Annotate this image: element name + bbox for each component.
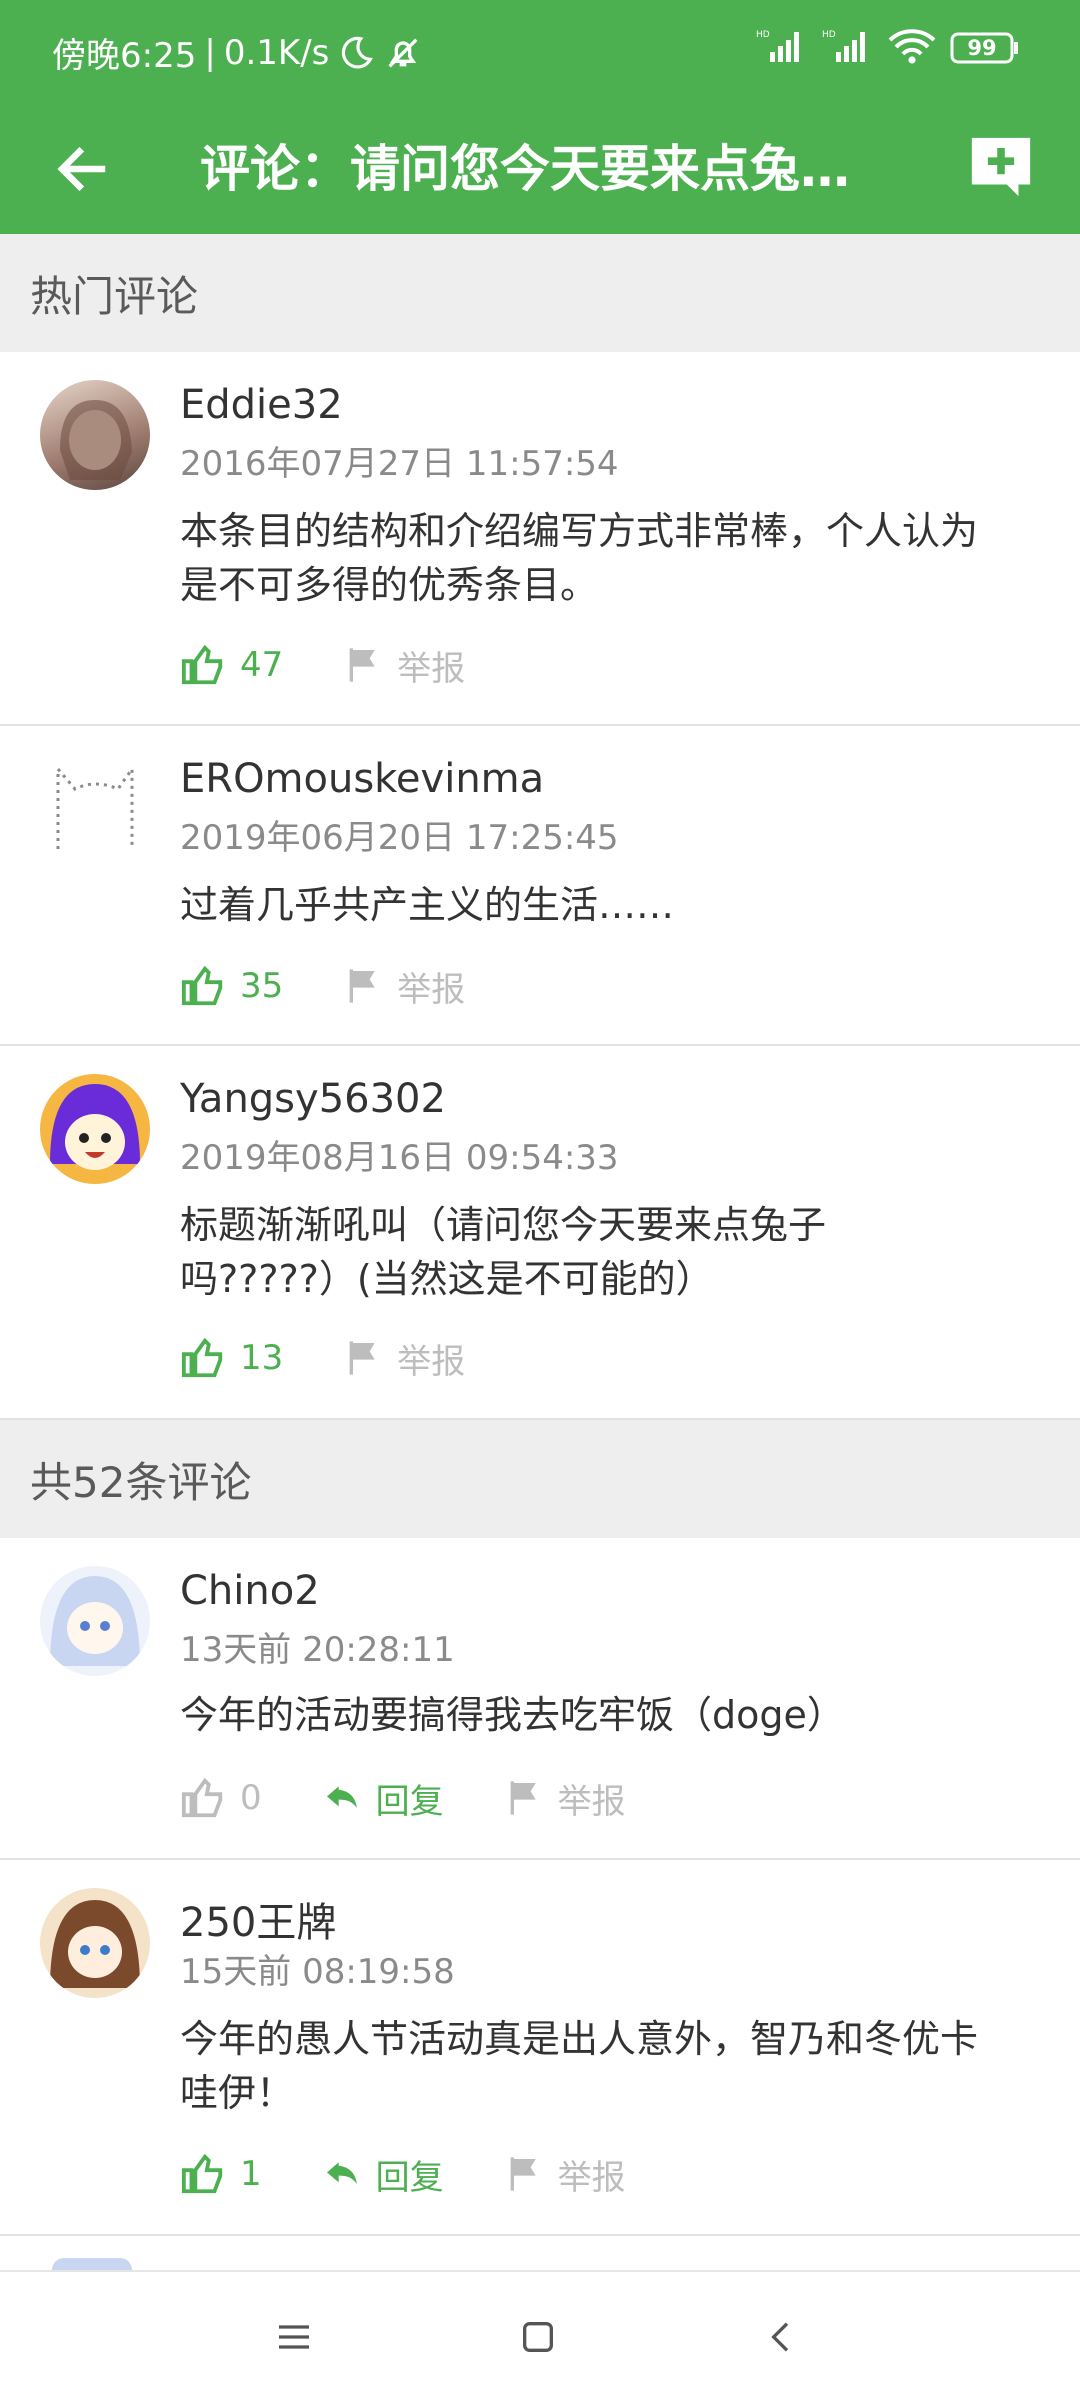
flag-icon xyxy=(510,2157,536,2191)
like-count: 0 xyxy=(240,1778,262,1818)
system-nav-bar xyxy=(0,2270,1080,2402)
thumb-up-icon xyxy=(181,2153,223,2194)
report-button[interactable]: 举报 xyxy=(504,1774,626,1823)
home-nav-button[interactable] xyxy=(508,2307,568,2367)
comment-item: EROmouskevinma 2019年06月20日 17:25:45 过着几乎… xyxy=(0,726,1080,1046)
comment-item: 250王牌 15天前 08:19:58 今年的愚人节活动真是出人意外，智乃和冬优… xyxy=(0,1860,1080,2236)
all-comments-header: 共52条评论 xyxy=(0,1420,1080,1538)
like-count: 35 xyxy=(240,966,284,1006)
like-button[interactable]: 0 xyxy=(180,1775,262,1821)
chevron-left-icon xyxy=(771,2322,789,2352)
report-button[interactable]: 举报 xyxy=(504,2150,626,2199)
report-button[interactable]: 举报 xyxy=(343,962,465,1011)
status-right: HD HD 99 xyxy=(756,28,1020,68)
comment-item: Chino2 13天前 20:28:11 今年的活动要搞得我去吃牢饭（doge）… xyxy=(0,1538,1080,1860)
like-button[interactable]: 1 xyxy=(180,2151,262,2197)
svg-text:HD: HD xyxy=(822,30,836,40)
report-label: 举报 xyxy=(397,1341,466,1382)
avatar[interactable] xyxy=(40,1074,150,1184)
app-bar: 评论：请问您今天要来点兔… xyxy=(0,104,1080,234)
comment-actions: 35 举报 xyxy=(180,956,525,1016)
network-speed: 0.1K/s xyxy=(223,32,330,73)
comment-time: 13天前 20:28:11 xyxy=(180,1630,455,1670)
home-square-icon xyxy=(523,2322,553,2352)
reply-icon xyxy=(326,2162,357,2184)
username[interactable]: Chino2 xyxy=(180,1568,320,1614)
signal-icon-2: HD xyxy=(822,28,874,68)
thumb-up-icon xyxy=(181,965,223,1006)
comment-actions: 1 回复 举报 xyxy=(180,2144,686,2204)
status-bar: 傍晚6:25 | 0.1K/s HD HD 99 xyxy=(0,0,1080,104)
all-comments-label: 共52条评论 xyxy=(30,1457,252,1507)
comment-time: 15天前 08:19:58 xyxy=(180,1952,455,1992)
username[interactable]: 250王牌 xyxy=(180,1890,336,1948)
comment-actions: 13 举报 xyxy=(180,1328,525,1388)
battery-icon: 99 xyxy=(950,31,1020,65)
like-count: 1 xyxy=(240,2154,262,2194)
report-label: 举报 xyxy=(557,1781,626,1822)
username[interactable]: Yangsy56302 xyxy=(180,1076,446,1122)
report-label: 举报 xyxy=(397,969,466,1010)
username[interactable]: EROmouskevinma xyxy=(180,756,544,802)
status-time: 傍晚6:25 xyxy=(52,36,197,76)
add-comment-icon xyxy=(971,137,1031,197)
signal-icon-1: HD xyxy=(756,28,808,68)
page-title: 评论：请问您今天要来点兔… xyxy=(200,140,850,198)
status-left: 傍晚6:25 | 0.1K/s xyxy=(52,28,423,77)
reply-icon xyxy=(326,1786,357,1808)
comment-time: 2019年08月16日 09:54:33 xyxy=(180,1138,619,1178)
moon-icon xyxy=(337,34,375,72)
wifi-icon xyxy=(888,28,936,68)
flag-icon xyxy=(349,1341,375,1375)
comment-actions: 0 回复 举报 xyxy=(180,1768,686,1828)
reply-button[interactable]: 回复 xyxy=(322,2150,444,2199)
username[interactable]: Eddie32 xyxy=(180,382,343,428)
reply-label: 回复 xyxy=(375,1781,444,1822)
comment-time: 2016年07月27日 11:57:54 xyxy=(180,444,619,484)
reply-button[interactable]: 回复 xyxy=(322,1774,444,1823)
report-button[interactable]: 举报 xyxy=(343,1334,465,1383)
hot-comments-label: 热门评论 xyxy=(30,271,199,321)
flag-icon xyxy=(349,969,375,1003)
like-button[interactable]: 35 xyxy=(180,963,283,1009)
back-button[interactable] xyxy=(44,131,120,207)
back-nav-button[interactable] xyxy=(752,2307,812,2367)
avatar[interactable] xyxy=(40,380,150,490)
comment-text: 过着几乎共产主义的生活…… xyxy=(180,883,675,927)
comment-text: 今年的活动要搞得我去吃牢饭（doge） xyxy=(180,1693,845,1737)
report-label: 举报 xyxy=(397,648,466,689)
flag-icon xyxy=(349,648,375,682)
comment-text: 本条目的结构和介绍编写方式非常棒，个人认为是不可多得的优秀条目。 xyxy=(180,509,979,607)
back-arrow-icon xyxy=(57,146,106,192)
menu-nav-button[interactable] xyxy=(264,2307,324,2367)
comment-item: Eddie32 2016年07月27日 11:57:54 本条目的结构和介绍编写… xyxy=(0,352,1080,726)
like-button[interactable]: 47 xyxy=(180,642,283,688)
reply-label: 回复 xyxy=(375,2157,444,2198)
like-button[interactable]: 13 xyxy=(180,1335,283,1381)
report-label: 举报 xyxy=(557,2157,626,2198)
comment-time: 2019年06月20日 17:25:45 xyxy=(180,818,619,858)
avatar-partial xyxy=(52,2258,132,2270)
comment-actions: 47 举报 xyxy=(180,635,525,695)
avatar[interactable] xyxy=(40,1566,150,1676)
battery-level: 99 xyxy=(967,36,997,60)
thumb-up-icon xyxy=(181,644,223,685)
add-comment-button[interactable] xyxy=(958,124,1044,210)
thumb-up-icon xyxy=(181,1777,223,1818)
comment-text: 标题渐渐吼叫（请问您今天要来点兔子吗?????）(当然这是不可能的） xyxy=(180,1203,827,1301)
menu-icon xyxy=(279,2325,309,2349)
comment-text: 今年的愚人节活动真是出人意外，智乃和冬优卡哇伊！ xyxy=(180,2017,979,2115)
avatar[interactable] xyxy=(40,1888,150,1998)
avatar[interactable] xyxy=(40,754,150,864)
flag-icon xyxy=(510,1781,536,1815)
thumb-up-icon xyxy=(181,1337,223,1378)
svg-text:HD: HD xyxy=(756,30,770,40)
comment-item: Yangsy56302 2019年08月16日 09:54:33 标题渐渐吼叫（… xyxy=(0,1046,1080,1420)
report-button[interactable]: 举报 xyxy=(343,641,465,690)
hot-comments-header: 热门评论 xyxy=(0,234,1080,352)
mute-bell-icon xyxy=(383,33,423,73)
like-count: 13 xyxy=(240,1338,284,1378)
like-count: 47 xyxy=(240,645,284,685)
status-separator: | xyxy=(204,32,216,73)
